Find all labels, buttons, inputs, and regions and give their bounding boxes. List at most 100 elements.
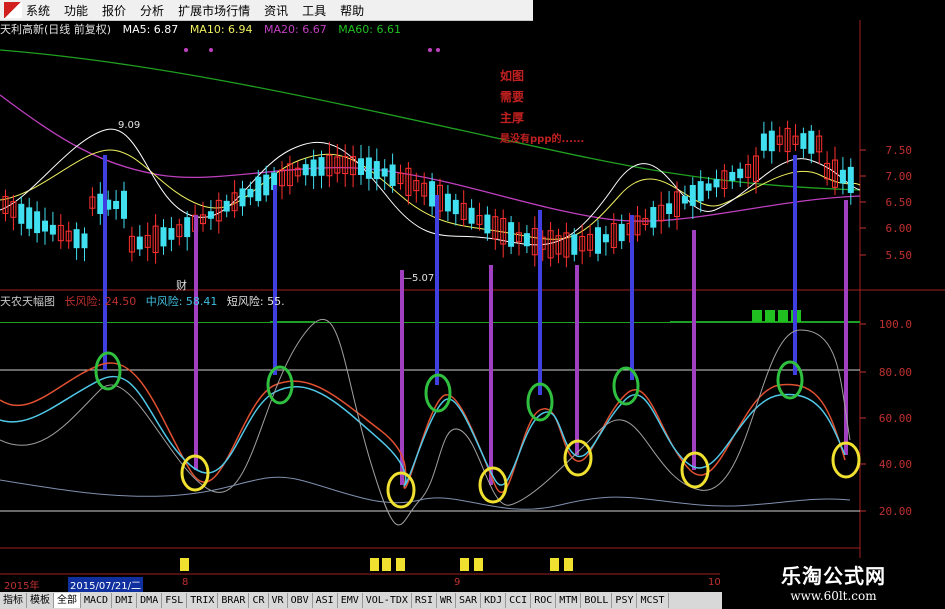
candle-down — [136, 236, 143, 250]
tab-kdj[interactable]: KDJ — [481, 593, 507, 608]
candle-down — [729, 171, 736, 181]
candle-down — [484, 214, 491, 234]
tab-vr[interactable]: VR — [269, 593, 288, 608]
tab-vol-tdx[interactable]: VOL-TDX — [363, 593, 412, 608]
buy-signal-bar — [435, 195, 439, 385]
candle-down — [705, 183, 712, 191]
candle-down — [737, 168, 744, 179]
candle-down — [760, 133, 767, 151]
candle-down — [318, 157, 325, 176]
tab-cr[interactable]: CR — [249, 593, 269, 608]
mid-risk-line — [0, 375, 846, 487]
candle-down — [302, 164, 309, 176]
peak-ring — [266, 365, 294, 405]
price-tick-label: 6.00 — [886, 222, 913, 235]
candle-down — [49, 224, 56, 235]
bottom-markers — [180, 558, 573, 571]
tab-brar[interactable]: BRAR — [218, 593, 250, 608]
candle-down — [26, 207, 33, 229]
date-selected[interactable]: 2015/07/21/二 — [68, 577, 144, 592]
buy-signal-bar — [103, 155, 107, 370]
candle-down — [713, 179, 720, 188]
candle-down — [168, 228, 175, 240]
moving-average-lines — [0, 49, 861, 246]
candle-down — [310, 159, 317, 177]
tab-dma[interactable]: DMA — [137, 593, 163, 608]
tab-psy[interactable]: PSY — [612, 593, 638, 608]
tab-boll[interactable]: BOLL — [581, 593, 613, 608]
tab-dmi[interactable]: DMI — [112, 593, 138, 608]
tab-指标[interactable]: 指标 — [0, 593, 27, 608]
indicator-tick-label: 80.00 — [879, 366, 912, 379]
candle-down — [508, 222, 515, 247]
buy-signal-bar — [793, 155, 797, 375]
signal-box — [765, 310, 775, 322]
candle-down — [263, 174, 270, 196]
note-line-3: 主厚 — [500, 111, 525, 125]
marker-dot — [436, 48, 440, 52]
signal-box — [778, 310, 788, 322]
candle-down — [666, 203, 673, 214]
candle-down — [595, 227, 601, 254]
tab-wr[interactable]: WR — [437, 593, 457, 608]
tab-macd[interactable]: MACD — [81, 593, 113, 608]
long-risk-value: 长风险: 24.50 — [64, 295, 137, 308]
candle-down — [768, 130, 775, 152]
candle-down — [697, 181, 704, 202]
peak-ring — [94, 351, 122, 391]
tab-roc[interactable]: ROC — [531, 593, 557, 608]
peak-ring — [776, 360, 804, 400]
tab-cci[interactable]: CCI — [506, 593, 532, 608]
bottom-signal-marker — [474, 558, 483, 571]
buy-signal-bar — [273, 185, 277, 375]
tab-sar[interactable]: SAR — [456, 593, 482, 608]
signal-box — [752, 310, 762, 322]
low-price-label: —5.07 — [402, 273, 434, 284]
candle-down — [97, 193, 104, 215]
marker-dot — [209, 48, 213, 52]
tab-模板[interactable]: 模板 — [27, 593, 54, 608]
tab-rsi[interactable]: RSI — [412, 593, 437, 608]
candle-down — [618, 223, 625, 242]
high-price-label: 9.09 — [118, 120, 140, 131]
candle-down — [255, 176, 262, 202]
date-month-8: 8 — [182, 577, 189, 588]
candlesticks: 9.09 —5.07 财 — [0, 48, 854, 322]
candle-down — [800, 133, 807, 149]
date-month-9: 9 — [454, 577, 461, 588]
bottom-signal-marker — [180, 558, 189, 571]
candle-down — [839, 169, 846, 184]
marker-dot — [428, 48, 432, 52]
tab-asi[interactable]: ASI — [313, 593, 338, 608]
candle-down — [223, 200, 230, 212]
candle-down — [73, 229, 80, 249]
candle-down — [689, 184, 696, 206]
tab-mtm[interactable]: MTM — [556, 593, 582, 608]
candle-down — [429, 181, 436, 207]
tab-fsl[interactable]: FSL — [162, 593, 188, 608]
candle-down — [113, 200, 120, 210]
price-tick-label: 7.50 — [886, 144, 913, 157]
signal-rings — [94, 351, 861, 509]
candle-down — [184, 217, 191, 238]
long-risk-line — [0, 362, 846, 494]
short-risk-value: 短风险: 55. — [226, 295, 285, 308]
candle-down — [18, 203, 25, 224]
mid-risk-value: 中风险: 58.41 — [145, 295, 218, 308]
candle-down — [681, 196, 688, 204]
tab-trix[interactable]: TRIX — [187, 593, 219, 608]
tab-obv[interactable]: OBV — [288, 593, 313, 608]
bottom-signal-marker — [396, 558, 405, 571]
price-tick-label: 6.50 — [886, 196, 913, 209]
tab-emv[interactable]: EMV — [338, 593, 363, 608]
y-axes: 7.50 7.00 6.50 6.00 5.50 100.0 80.00 60.00 40.00… — [860, 144, 912, 518]
candle-down — [468, 207, 475, 224]
candle-down — [121, 190, 127, 219]
finance-mark: 财 — [176, 278, 187, 292]
date-axis: 2015年 2015/07/21/二 8 9 10 — [0, 577, 721, 592]
annotation-note: 如图 需要 主厚 是没有ppp的...... — [500, 66, 584, 150]
tab-mcst[interactable]: MCST — [637, 593, 669, 608]
bottom-signal-marker — [382, 558, 391, 571]
candle-down — [239, 188, 246, 207]
tab-全部[interactable]: 全部 — [54, 593, 81, 608]
